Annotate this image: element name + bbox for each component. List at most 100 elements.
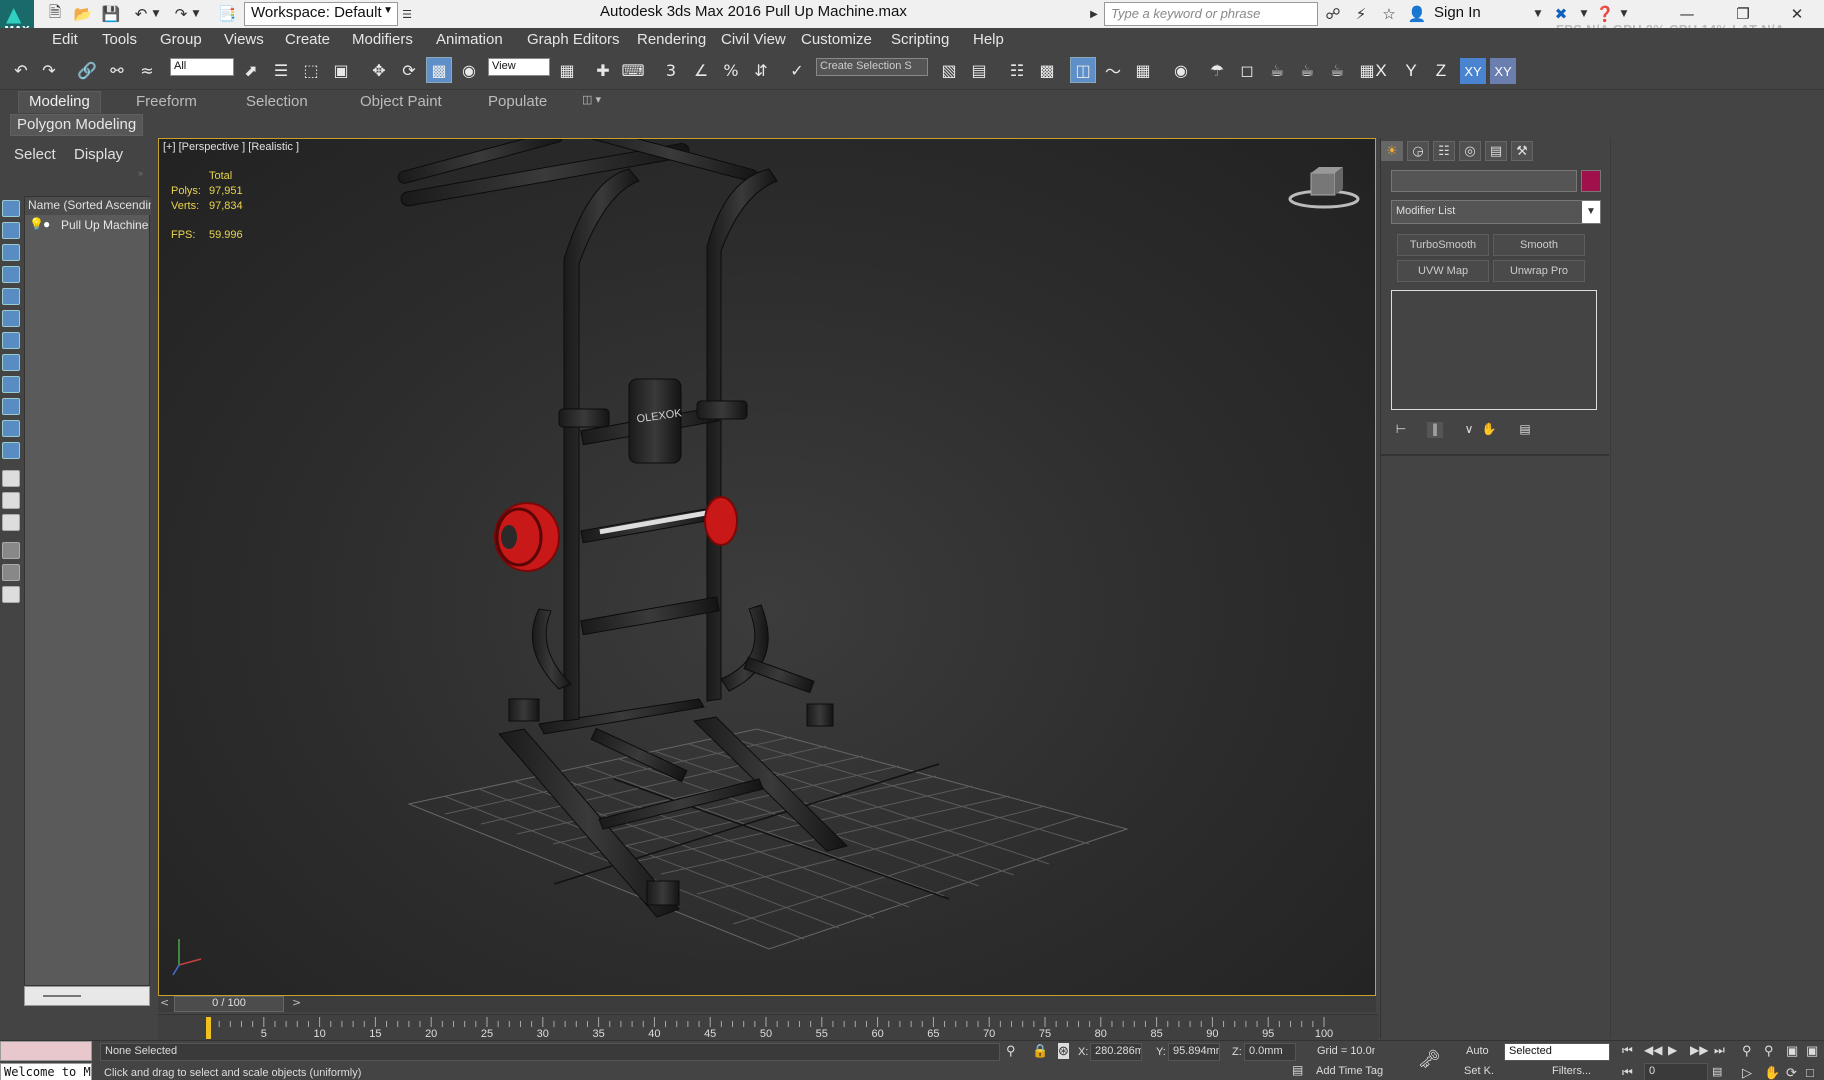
select-manipulate-icon[interactable]: ✚ <box>590 57 616 83</box>
current-frame-field[interactable]: 0 <box>1644 1063 1708 1080</box>
menu-edit[interactable]: Edit <box>52 31 78 48</box>
tab-populate[interactable]: Populate <box>488 93 547 110</box>
angle-snap-icon[interactable]: ∠ <box>688 57 714 83</box>
display-all-icon[interactable] <box>2 470 20 487</box>
close-icon[interactable]: ✕ <box>1786 3 1808 25</box>
key-mode-icon[interactable]: ⏮ <box>1622 1065 1633 1080</box>
remove-modifier-icon[interactable]: ✋ <box>1481 422 1497 438</box>
undo-dropdown-icon[interactable]: ▼ <box>150 3 162 25</box>
menu-modifiers[interactable]: Modifiers <box>352 31 413 48</box>
tab-object-paint[interactable]: Object Paint <box>360 93 442 110</box>
object-color-swatch[interactable] <box>1581 170 1601 192</box>
scene-explorer-icon[interactable]: ◫ <box>1070 57 1096 83</box>
select-and-place-icon[interactable]: ◉ <box>456 57 482 83</box>
display-frozen-icon[interactable] <box>2 420 20 437</box>
material-editor-icon[interactable]: ◉ <box>1168 57 1194 83</box>
hierarchy-panel-icon[interactable]: ☷ <box>1433 141 1455 161</box>
layer-explorer-icon[interactable]: ☷ <box>1004 57 1030 83</box>
bind-to-space-warp-icon[interactable]: ≈ <box>134 57 160 83</box>
schematic-view-icon[interactable]: ▦ <box>1130 57 1156 83</box>
scene-explorer-list[interactable]: Name (Sorted Ascending) 💡 ● Pull Up Mach… <box>24 196 151 986</box>
select-and-move-icon[interactable]: ✥ <box>366 57 392 83</box>
display-helpers-icon[interactable] <box>2 288 20 305</box>
goto-start-icon[interactable]: ⏮ <box>1622 1043 1633 1058</box>
edit-named-selection-icon[interactable]: ✓ <box>784 57 810 83</box>
current-frame-marker[interactable] <box>206 1017 211 1039</box>
render-in-cloud-icon[interactable]: ☕ <box>1324 57 1350 83</box>
auto-key-button[interactable]: Auto <box>1466 1045 1489 1057</box>
sign-in-link[interactable]: Sign In <box>1434 4 1481 21</box>
workspace-select[interactable]: Workspace: Default ▼ <box>244 2 398 26</box>
display-panel-icon[interactable]: ▤ <box>1485 141 1507 161</box>
expand-arrows-icon[interactable]: » <box>138 168 143 178</box>
ribbon-options-icon[interactable]: ◫ ▾ <box>582 93 601 106</box>
time-slider-prev[interactable]: < <box>160 996 169 1009</box>
next-frame-icon[interactable]: ▶▶ <box>1690 1043 1708 1057</box>
spinner-snap-icon[interactable]: ⇵ <box>748 57 774 83</box>
create-panel-icon[interactable]: ☀ <box>1381 141 1403 161</box>
toggle-ribbon-icon[interactable]: ▩ <box>1034 57 1060 83</box>
binoculars-icon[interactable]: ☍ <box>1322 3 1344 25</box>
undo-icon[interactable]: ↶ <box>130 3 152 25</box>
display-groups-icon[interactable] <box>2 332 20 349</box>
axis-x-button[interactable]: X <box>1368 58 1394 84</box>
smooth-button[interactable]: Smooth <box>1493 234 1585 256</box>
percent-snap-icon[interactable]: % <box>718 57 744 83</box>
axis-z-button[interactable]: Z <box>1428 58 1454 84</box>
favorites-star-icon[interactable]: ☆ <box>1378 3 1400 25</box>
rendered-frame-window-icon[interactable]: ◻ <box>1234 57 1260 83</box>
maxscript-listener-field[interactable] <box>0 1041 92 1061</box>
select-by-name-icon[interactable]: ☰ <box>268 57 294 83</box>
play-arrow-icon[interactable]: ▶ <box>1088 3 1100 25</box>
add-time-tag-button[interactable]: Add Time Tag <box>1316 1065 1383 1077</box>
track-bar[interactable]: 5 10 15 20 25 30 35 40 45 50 55 60 65 70 75 80 85 90 95 100 <box>158 1014 1378 1042</box>
modifier-stack[interactable] <box>1391 290 1597 410</box>
explorer-column-header[interactable]: Name (Sorted Ascending) <box>25 197 151 215</box>
render-iterative-icon[interactable]: ☕ <box>1294 57 1320 83</box>
layer-toggle-icon[interactable] <box>2 586 20 603</box>
undo-icon[interactable]: ↶ <box>8 57 34 83</box>
display-invert-icon[interactable] <box>2 514 20 531</box>
named-selection-select[interactable]: Create Selection S <box>816 58 928 76</box>
perspective-viewport[interactable]: [+] [Perspective ] [Realistic ] Total Po… <box>158 138 1376 996</box>
open-file-icon[interactable]: 📂 <box>72 3 94 25</box>
turbosmooth-button[interactable]: TurboSmooth <box>1397 234 1489 256</box>
render-production-icon[interactable]: ☕ <box>1264 57 1290 83</box>
menu-graph-editors[interactable]: Graph Editors <box>527 31 620 48</box>
display-hidden-icon[interactable] <box>2 442 20 459</box>
display-cameras-icon[interactable] <box>2 266 20 283</box>
align-icon[interactable]: ▤ <box>966 57 992 83</box>
previous-frame-icon[interactable]: ◀◀ <box>1644 1043 1662 1057</box>
coord-x-field[interactable]: 280.286mm <box>1090 1043 1142 1061</box>
keyboard-shortcut-override-icon[interactable]: ⌨ <box>620 57 646 83</box>
filter-icon[interactable] <box>2 542 20 559</box>
object-name-field[interactable] <box>1391 170 1577 192</box>
project-folder-icon[interactable]: 📑 <box>216 3 238 25</box>
key-filters-button[interactable]: Filters... <box>1552 1065 1591 1077</box>
motion-panel-icon[interactable]: ◎ <box>1459 141 1481 161</box>
key-filter-select[interactable]: Selected <box>1504 1043 1610 1061</box>
display-bones-icon[interactable] <box>2 376 20 393</box>
menu-group[interactable]: Group <box>160 31 202 48</box>
selection-lock-icon[interactable]: 🔒 <box>1032 1043 1048 1059</box>
user-icon[interactable]: 👤 <box>1406 3 1428 25</box>
pan-view-icon[interactable]: ✋ <box>1764 1065 1780 1080</box>
menu-create[interactable]: Create <box>285 31 330 48</box>
menu-help[interactable]: Help <box>973 31 1004 48</box>
modifier-list-select[interactable]: Modifier List ▼ <box>1391 200 1601 224</box>
menu-civil-view[interactable]: Civil View <box>721 31 786 48</box>
tab-freeform[interactable]: Freeform <box>136 93 197 110</box>
orbit-icon[interactable]: ⟳ <box>1786 1065 1797 1080</box>
time-slider-next[interactable]: > <box>292 996 301 1009</box>
redo-icon[interactable]: ↷ <box>36 57 62 83</box>
redo-dropdown-icon[interactable]: ▼ <box>190 3 202 25</box>
zoom-all-icon[interactable]: ⚲ <box>1764 1043 1774 1059</box>
configure-modifier-sets-icon[interactable]: ▤ <box>1517 422 1533 438</box>
list-item[interactable]: 💡 ● Pull Up Machine <box>25 217 151 235</box>
select-object-icon[interactable]: ⬈ <box>238 57 264 83</box>
display-geometry-icon[interactable] <box>2 200 20 217</box>
maxscript-mini-listener[interactable]: Welcome to MAXScript. <box>0 1063 92 1080</box>
menu-scripting[interactable]: Scripting <box>891 31 949 48</box>
select-and-scale-icon[interactable]: ▩ <box>426 57 452 83</box>
display-none-icon[interactable] <box>2 492 20 509</box>
